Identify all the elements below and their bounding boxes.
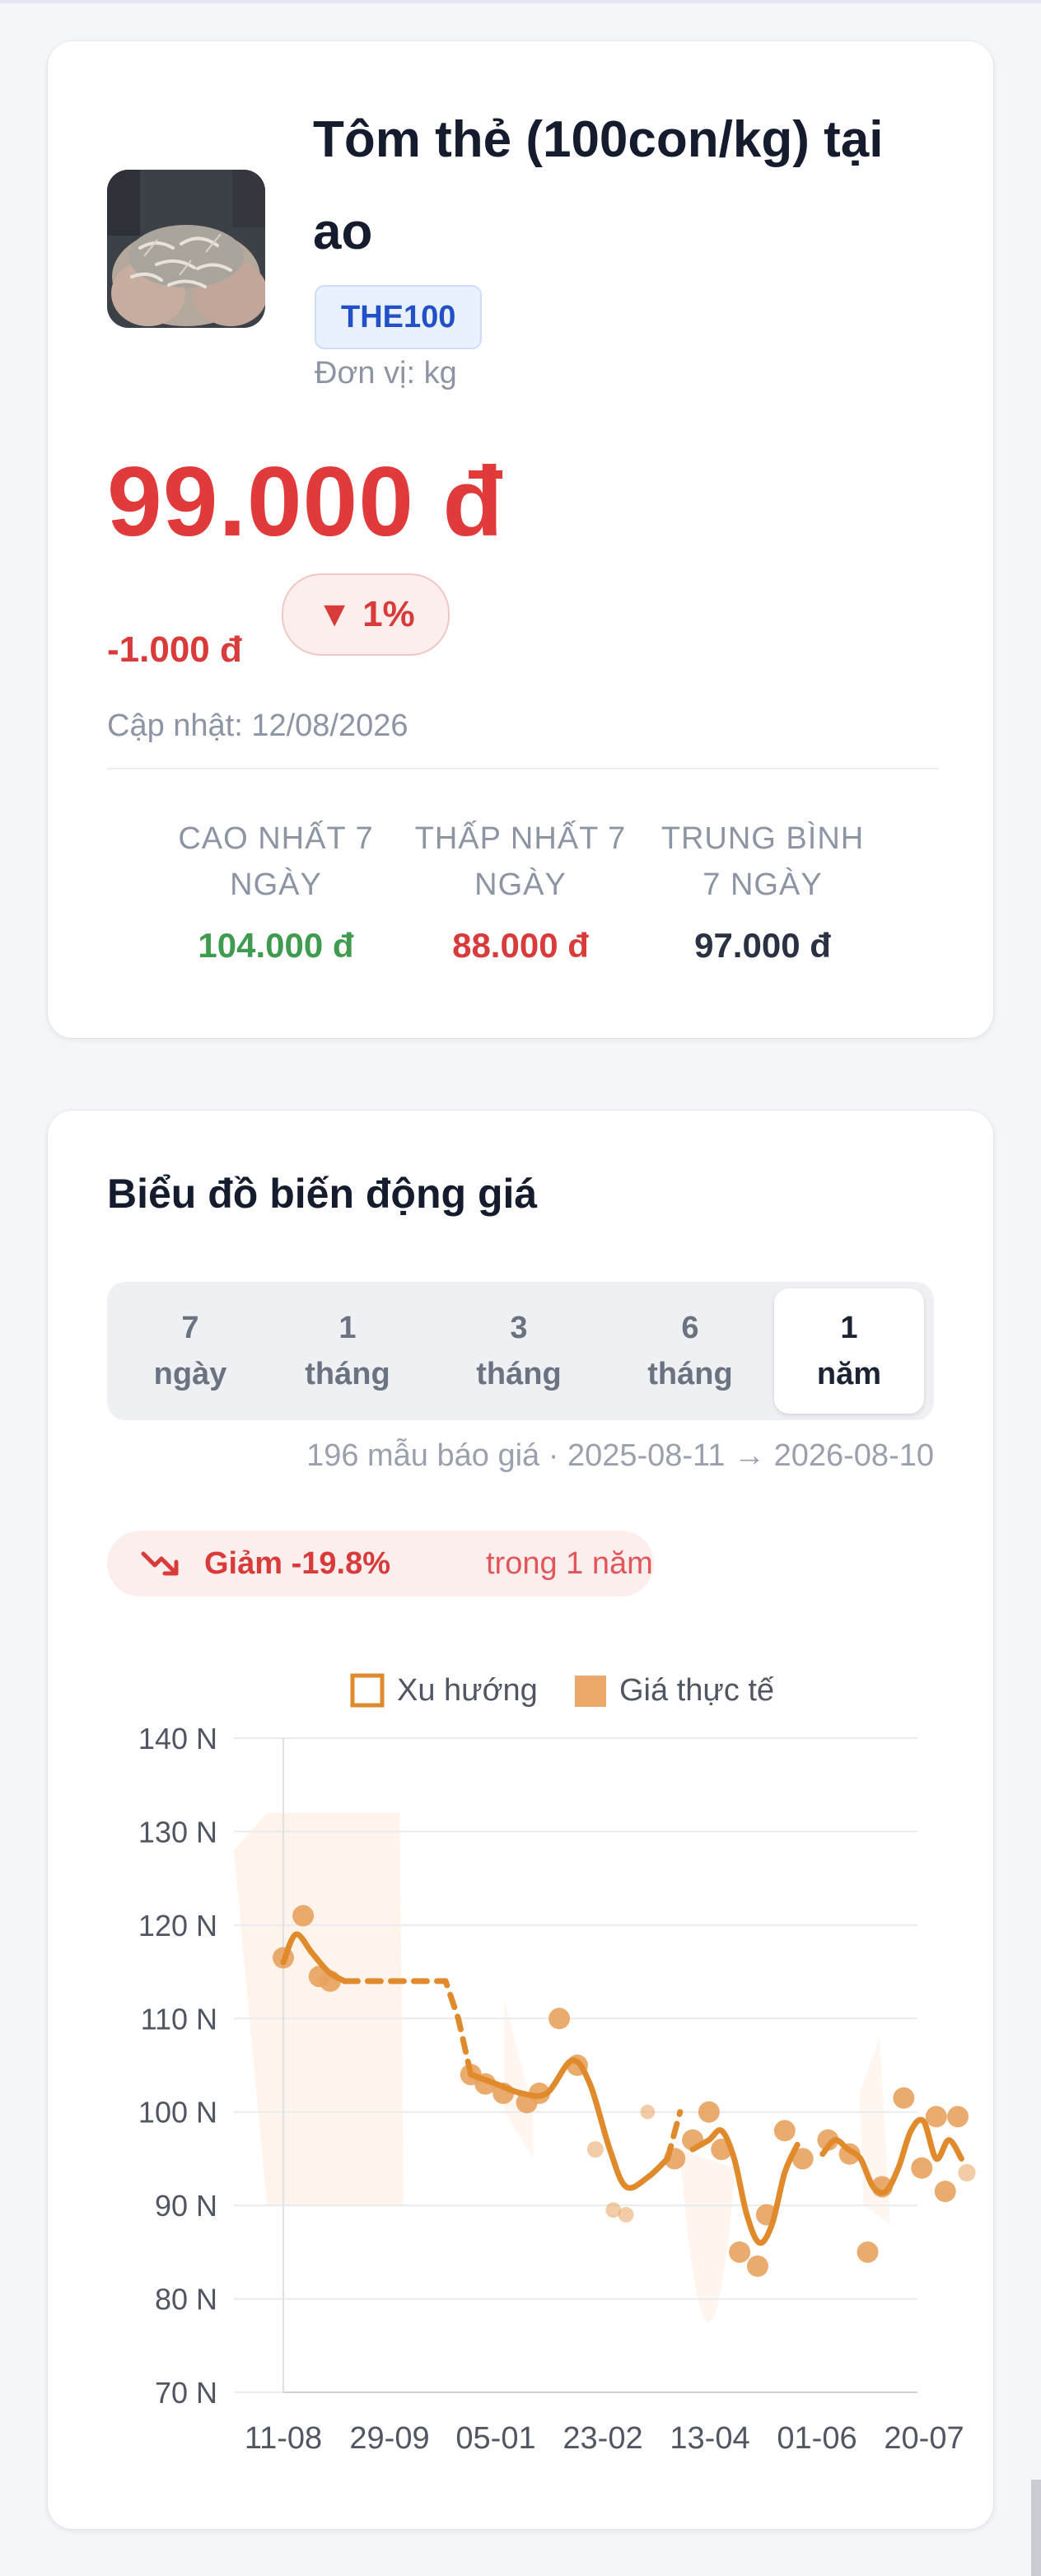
updated-timestamp: Cập nhật: 12/08/2026 [107,708,408,743]
actual-price-point [618,2207,634,2223]
stat-value: 104.000 đ [198,926,354,965]
product-card: Tôm thẻ (100con/kg) tại ao THE100 Đơn vị… [48,41,993,1038]
price-chart: 70 N 80 N 90 N 100 N 110 N 120 N 130 N 140 N 11-… [138,1673,976,2456]
stat-high-7d: CAO NHẤT 7 NGÀY 104.000 đ [144,816,408,965]
y-tick-label: 100 N [138,2096,217,2130]
unit-label: Đơn vị: kg [315,356,457,390]
price-change-percent-badge: ▼ 1% [282,573,450,656]
actual-price-point [958,2163,976,2182]
legend-actual-label: Giá thực tế [619,1673,774,1708]
actual-price-point [934,2181,956,2203]
x-tick-label: 23-02 [563,2421,642,2456]
current-price: 99.000 đ [107,446,504,557]
actual-price-point [549,2008,571,2030]
confidence-band [504,1999,534,2159]
actual-price-point [857,2241,879,2263]
product-title: Tôm thẻ (100con/kg) tại ao [313,111,884,260]
top-border [0,0,1041,3]
actual-price-point [773,2120,796,2142]
scrollbar[interactable] [1031,2480,1041,2576]
actual-price-point [586,2141,604,2158]
stat-avg-7d: TRUNG BÌNH 7 NGÀY 97.000 đ [631,816,894,965]
actual-price-point [729,2241,751,2263]
x-tick-label: 20-07 [884,2421,964,2456]
y-tick-label: 140 N [138,1722,217,1756]
x-tick-label: 29-09 [349,2421,429,2456]
actual-price-point [698,2101,720,2123]
legend-trend-swatch [350,1673,385,1708]
stat-value: 97.000 đ [694,926,831,965]
x-tick-label: 01-06 [777,2421,857,2456]
y-tick-label: 130 N [138,1815,217,1849]
stat-low-7d: THẤP NHẤT 7 NGÀY 88.000 đ [389,816,652,965]
price-change-amount: -1.000 đ [107,629,242,670]
trend-line [468,2057,670,2191]
legend-trend-label: Xu hướng [397,1673,538,1708]
stat-value: 88.000 đ [452,926,589,965]
x-tick-label: 05-01 [455,2421,535,2456]
y-tick-label: 120 N [138,1909,217,1943]
actual-price-point [911,2157,933,2179]
product-code-badge: THE100 [315,285,483,349]
stat-label: THẤP NHẤT 7 NGÀY [414,821,627,902]
x-tick-label: 11-08 [245,2421,322,2456]
actual-price-point [640,2104,656,2120]
stat-label: TRUNG BÌNH 7 NGÀY [661,821,865,902]
actual-price-point [947,2106,969,2128]
x-tick-label: 13-04 [670,2421,749,2456]
y-tick-label: 90 N [155,2189,217,2223]
legend-actual-swatch [575,1676,606,1707]
divider [107,768,939,769]
confidence-band [679,2149,735,2323]
actual-price-point [893,2087,915,2109]
product-thumbnail [107,170,265,328]
confidence-band [234,1812,404,2206]
price-chart-card: Biểu đồ biến động giá 7 ngày 1 tháng 3 thán… [48,1110,993,2529]
actual-price-point [746,2255,768,2277]
y-tick-label: 70 N [155,2376,217,2410]
y-tick-label: 110 N [141,2002,217,2036]
actual-price-point [925,2106,947,2128]
y-tick-label: 80 N [155,2283,217,2317]
actual-price-point [292,1905,315,1927]
stat-label: CAO NHẤT 7 NGÀY [178,821,374,902]
